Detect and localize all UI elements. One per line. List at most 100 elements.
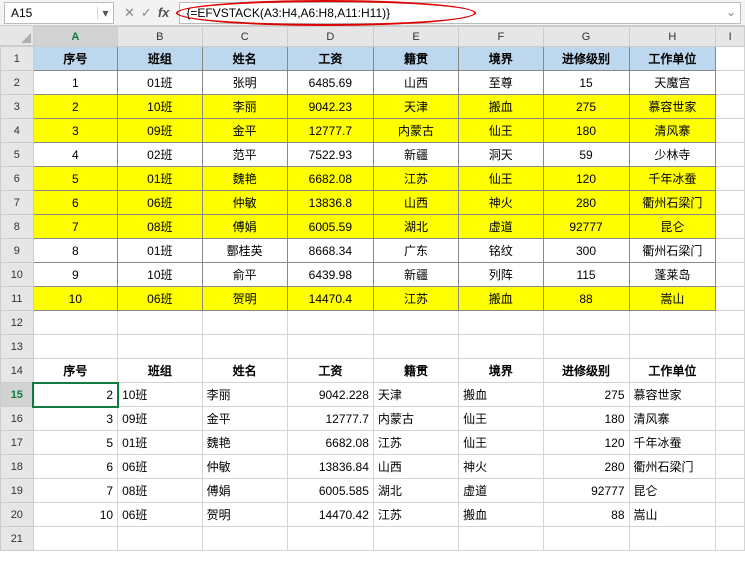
cell-I14[interactable] bbox=[716, 359, 745, 383]
column-header-G[interactable]: G bbox=[543, 27, 629, 47]
cell-D3[interactable]: 9042.23 bbox=[287, 95, 373, 119]
cell-F16[interactable]: 仙王 bbox=[459, 407, 543, 431]
cell-I8[interactable] bbox=[716, 215, 745, 239]
row-header-10[interactable]: 10 bbox=[1, 263, 34, 287]
cell-H6[interactable]: 千年冰蚕 bbox=[629, 167, 716, 191]
cell-F3[interactable]: 搬血 bbox=[459, 95, 543, 119]
cell-G10[interactable]: 115 bbox=[543, 263, 629, 287]
row-header-1[interactable]: 1 bbox=[1, 47, 34, 71]
cell-H10[interactable]: 蓬莱岛 bbox=[629, 263, 716, 287]
cell-E18[interactable]: 山西 bbox=[373, 455, 458, 479]
cell-I18[interactable] bbox=[716, 455, 745, 479]
column-header-H[interactable]: H bbox=[629, 27, 716, 47]
cell-F4[interactable]: 仙王 bbox=[459, 119, 543, 143]
cell-G12[interactable] bbox=[543, 311, 629, 335]
cell-G2[interactable]: 15 bbox=[543, 71, 629, 95]
column-header-E[interactable]: E bbox=[373, 27, 458, 47]
cell-I16[interactable] bbox=[716, 407, 745, 431]
cell-E10[interactable]: 新疆 bbox=[373, 263, 458, 287]
cell-D16[interactable]: 12777.7 bbox=[287, 407, 373, 431]
cell-H2[interactable]: 天魔宫 bbox=[629, 71, 716, 95]
cell-C15[interactable]: 李丽 bbox=[202, 383, 287, 407]
row-header-5[interactable]: 5 bbox=[1, 143, 34, 167]
cell-H19[interactable]: 昆仑 bbox=[629, 479, 716, 503]
cell-G15[interactable]: 275 bbox=[543, 383, 629, 407]
cell-B13[interactable] bbox=[118, 335, 203, 359]
row-header-9[interactable]: 9 bbox=[1, 239, 34, 263]
cell-E21[interactable] bbox=[373, 527, 458, 551]
column-header-A[interactable]: A bbox=[33, 27, 117, 47]
cell-D21[interactable] bbox=[287, 527, 373, 551]
cell-G11[interactable]: 88 bbox=[543, 287, 629, 311]
formula-bar[interactable]: {=EFVSTACK(A3:H4,A6:H8,A11:H11)} ⌄ bbox=[179, 2, 741, 24]
cell-C17[interactable]: 魏艳 bbox=[202, 431, 287, 455]
cell-G20[interactable]: 88 bbox=[543, 503, 629, 527]
cell-G14[interactable]: 进修级别 bbox=[543, 359, 629, 383]
cell-B5[interactable]: 02班 bbox=[118, 143, 203, 167]
cell-H20[interactable]: 嵩山 bbox=[629, 503, 716, 527]
cell-A21[interactable] bbox=[33, 527, 117, 551]
cell-F12[interactable] bbox=[459, 311, 543, 335]
cell-D6[interactable]: 6682.08 bbox=[287, 167, 373, 191]
cell-B8[interactable]: 08班 bbox=[118, 215, 203, 239]
cell-A14[interactable]: 序号 bbox=[33, 359, 117, 383]
cell-H18[interactable]: 衢州石梁门 bbox=[629, 455, 716, 479]
cell-H5[interactable]: 少林寺 bbox=[629, 143, 716, 167]
cell-D17[interactable]: 6682.08 bbox=[287, 431, 373, 455]
cell-C5[interactable]: 范平 bbox=[202, 143, 287, 167]
cell-C11[interactable]: 贺明 bbox=[202, 287, 287, 311]
cell-C9[interactable]: 酆桂英 bbox=[202, 239, 287, 263]
cell-B6[interactable]: 01班 bbox=[118, 167, 203, 191]
cell-I4[interactable] bbox=[716, 119, 745, 143]
cancel-icon[interactable]: ✕ bbox=[124, 5, 135, 21]
cell-E11[interactable]: 江苏 bbox=[373, 287, 458, 311]
cell-H8[interactable]: 昆仑 bbox=[629, 215, 716, 239]
cell-I1[interactable] bbox=[716, 47, 745, 71]
cell-I3[interactable] bbox=[716, 95, 745, 119]
cell-I17[interactable] bbox=[716, 431, 745, 455]
row-header-18[interactable]: 18 bbox=[1, 455, 34, 479]
cell-E15[interactable]: 天津 bbox=[373, 383, 458, 407]
cell-G16[interactable]: 180 bbox=[543, 407, 629, 431]
cell-D12[interactable] bbox=[287, 311, 373, 335]
cell-B15[interactable]: 10班 bbox=[118, 383, 203, 407]
name-box[interactable]: A15 ▾ bbox=[4, 2, 114, 24]
cell-D11[interactable]: 14470.4 bbox=[287, 287, 373, 311]
cell-G19[interactable]: 92777 bbox=[543, 479, 629, 503]
cell-A9[interactable]: 8 bbox=[33, 239, 117, 263]
cell-A10[interactable]: 9 bbox=[33, 263, 117, 287]
cell-F17[interactable]: 仙王 bbox=[459, 431, 543, 455]
cell-I20[interactable] bbox=[716, 503, 745, 527]
cell-D19[interactable]: 6005.585 bbox=[287, 479, 373, 503]
cell-C20[interactable]: 贺明 bbox=[202, 503, 287, 527]
cell-H3[interactable]: 慕容世家 bbox=[629, 95, 716, 119]
cell-B17[interactable]: 01班 bbox=[118, 431, 203, 455]
cell-G3[interactable]: 275 bbox=[543, 95, 629, 119]
cell-E20[interactable]: 江苏 bbox=[373, 503, 458, 527]
cell-G7[interactable]: 280 bbox=[543, 191, 629, 215]
cell-A18[interactable]: 6 bbox=[33, 455, 117, 479]
cell-I15[interactable] bbox=[716, 383, 745, 407]
cell-B14[interactable]: 班组 bbox=[118, 359, 203, 383]
cell-H12[interactable] bbox=[629, 311, 716, 335]
cell-B9[interactable]: 01班 bbox=[118, 239, 203, 263]
cell-F8[interactable]: 虚道 bbox=[459, 215, 543, 239]
cell-I21[interactable] bbox=[716, 527, 745, 551]
cell-F11[interactable]: 搬血 bbox=[459, 287, 543, 311]
column-header-F[interactable]: F bbox=[459, 27, 543, 47]
cell-A4[interactable]: 3 bbox=[33, 119, 117, 143]
cell-I2[interactable] bbox=[716, 71, 745, 95]
cell-F18[interactable]: 神火 bbox=[459, 455, 543, 479]
formula-expand-icon[interactable]: ⌄ bbox=[724, 5, 738, 19]
cell-E17[interactable]: 江苏 bbox=[373, 431, 458, 455]
row-header-8[interactable]: 8 bbox=[1, 215, 34, 239]
row-header-12[interactable]: 12 bbox=[1, 311, 34, 335]
cell-E14[interactable]: 籍贯 bbox=[373, 359, 458, 383]
row-header-16[interactable]: 16 bbox=[1, 407, 34, 431]
cell-H14[interactable]: 工作单位 bbox=[629, 359, 716, 383]
cell-D1[interactable]: 工资 bbox=[287, 47, 373, 71]
cell-A11[interactable]: 10 bbox=[33, 287, 117, 311]
cell-I19[interactable] bbox=[716, 479, 745, 503]
cell-E12[interactable] bbox=[373, 311, 458, 335]
cell-C2[interactable]: 张明 bbox=[202, 71, 287, 95]
